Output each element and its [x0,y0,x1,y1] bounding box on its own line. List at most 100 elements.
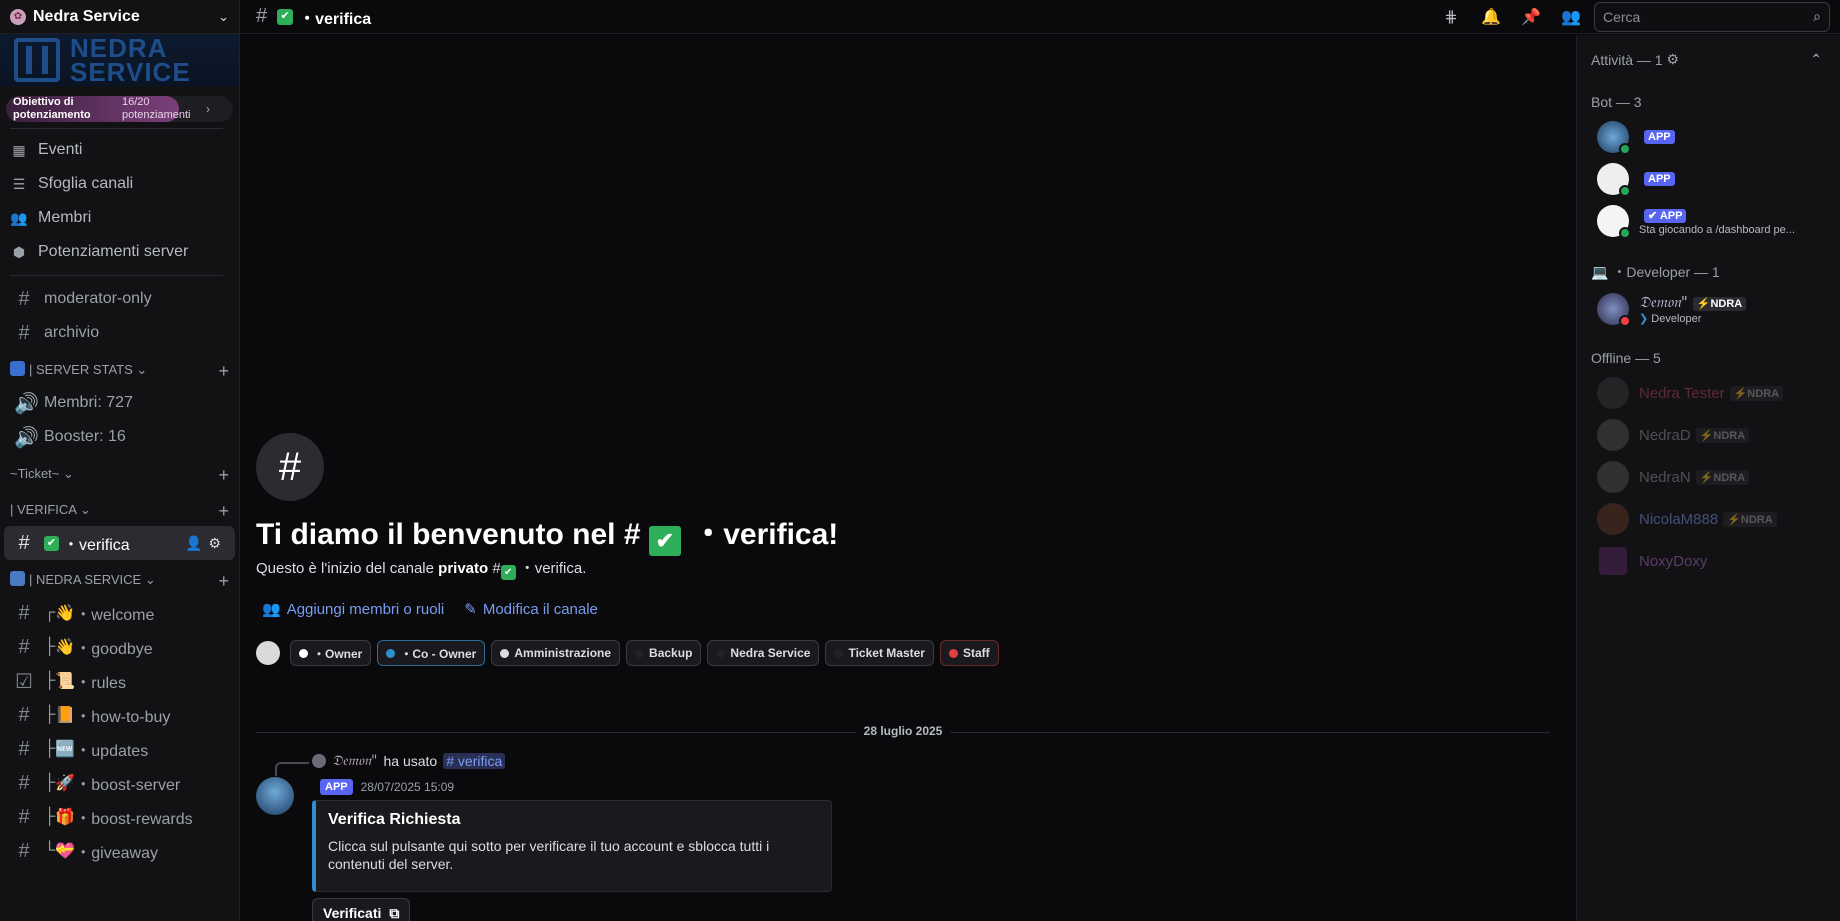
command-mention[interactable]: # verifica [443,753,506,769]
nav-events[interactable]: ▦ Eventi [0,133,239,167]
category-label: | NEDRA SERVICE [29,572,142,587]
member-item[interactable]: Nedra Tester ⚡NDRA [1591,372,1826,414]
message-header: APP 28/07/2025 15:09 [312,779,454,795]
role-label: Amministrazione [514,646,612,660]
welcome-sub-text: Questo è l'inizio del canale [256,560,434,577]
channel-moderator-only[interactable]: # moderator-only [4,282,235,316]
member-status: Sta giocando a /dashboard pe... [1639,224,1795,236]
header-toolbar: ⋕ 🔔 📌 👥 [1442,8,1581,26]
new-icon: 🆕 [55,741,76,758]
channel-boost-rewards[interactable]: # ├ 🎁 ・boost-rewards [4,800,235,834]
channel-goodbye[interactable]: # ├ 👋 ・goodbye [4,630,235,664]
role-chip[interactable]: Nedra Service [707,640,820,666]
boost-progress[interactable]: Obiettivo di potenziamento 16/20 potenzi… [6,96,233,122]
channel-updates[interactable]: # ├ 🆕 ・updates [4,732,235,766]
pin-icon[interactable]: 📌 [1521,8,1541,26]
avatar[interactable] [256,777,294,815]
threads-icon[interactable]: ⋕ [1442,8,1460,26]
search-box[interactable]: ⌕ [1594,1,1830,32]
add-members-button[interactable]: 👥 Aggiungi membri o ruoli [262,600,444,619]
member-status-text: Developer [1651,313,1702,325]
role-chip[interactable]: ・Co - Owner [377,640,486,666]
role-color-dot [386,648,396,658]
section-label: Bot — 3 [1591,94,1642,110]
member-item[interactable]: APP [1591,116,1826,158]
activity-header[interactable]: Attività — 1 ⚙ ⌃ [1591,51,1826,68]
browse-icon: ☰ [12,175,26,192]
developer-section-header: 💻 ・Developer — 1 [1591,262,1826,282]
channel-how-to-buy[interactable]: # ├ 📙 ・how-to-buy [4,698,235,732]
avatar [1597,419,1629,451]
channel-archivio[interactable]: # archivio [4,316,235,350]
channel-booster-stat[interactable]: 🔊 Booster: 16 [4,420,235,454]
channel-rules[interactable]: ☑ ├ 📜 ・rules [4,664,235,698]
voice-icon: 🔊 [14,426,39,449]
server-icon: ✿ [10,8,26,25]
voice-icon: 🔊 [14,392,39,415]
role-chip[interactable]: Backup [626,640,702,666]
member-status: ❯ Developer [1639,312,1746,325]
avatar [1597,503,1629,535]
category-ticket[interactable]: ~Ticket~ ⌄ + [0,454,239,490]
channel-boost-server[interactable]: # ├ 🚀 ・boost-server [4,766,235,800]
divider [10,275,223,276]
channel-name: ・rules [75,675,126,692]
avatar [1597,205,1631,239]
plus-icon[interactable]: + [218,466,229,484]
member-item[interactable]: APP [1591,158,1826,200]
verify-button[interactable]: Verificati ⧉ [312,898,411,921]
plus-icon[interactable]: + [218,572,229,590]
channel-giveaway[interactable]: # └ 💝 ・giveaway [4,834,235,868]
member-item[interactable]: NedraN ⚡NDRA [1591,456,1826,498]
server-header[interactable]: ✿ Nedra Service ⌄ [0,0,239,34]
edit-channel-button[interactable]: ✎ Modifica il canale [464,600,598,619]
nav-browse-channels[interactable]: ☰ Sfoglia canali [0,167,239,201]
role-chip[interactable]: Staff [939,640,999,666]
channel-members-stat[interactable]: 🔊 Membri: 727 [4,386,235,420]
avatar[interactable] [256,641,280,665]
welcome-title: Ti diamo il benvenuto nel # ✔ ・verifica! [256,509,838,556]
channel-welcome[interactable]: # ┌ 👋 ・welcome [4,596,235,630]
member-item[interactable]: 𝔇𝔢𝔪𝔬𝔫" ⚡NDRA ❯ Developer [1591,288,1826,330]
bot-section-header: Bot — 3 [1591,94,1826,110]
bell-icon[interactable]: 🔔 [1481,8,1501,26]
role-color-dot [948,648,958,658]
app-badge: APP [1644,130,1675,144]
channel-verifica[interactable]: # ✔ ・verifica 👤⚙ [4,526,235,560]
role-tag: ⚡NDRA [1723,511,1777,527]
nav-server-boosts[interactable]: ⬢ Potenziamenti server [0,235,239,269]
role-label: Nedra Service [730,646,811,660]
calendar-icon: ▦ [12,141,26,158]
plus-icon[interactable]: + [218,362,229,380]
category-verifica[interactable]: | VERIFICA ⌄ + [0,490,239,526]
channel-name: Booster: 16 [44,428,126,445]
role-tag: ⚡NDRA [1729,385,1784,401]
role-chip[interactable]: Ticket Master [825,640,934,666]
channel-title: ・verifica [299,10,372,28]
category-nedra-service[interactable]: | NEDRA SERVICE ⌄ + [0,560,239,596]
plus-icon[interactable]: + [218,502,229,520]
member-list-icon[interactable]: 👥 [1561,8,1581,26]
channel-actions[interactable]: 👤⚙ [185,535,227,552]
role-chip[interactable]: ・Owner [290,640,372,666]
chevron-up-icon: ⌃ [1810,51,1822,67]
member-item[interactable]: NedraD ⚡NDRA [1591,414,1826,456]
member-item[interactable]: NicolaM888 ⚡NDRA [1591,498,1826,540]
hash-icon: # [18,531,30,554]
avatar [1597,461,1629,493]
channel-name: ・welcome [75,607,155,624]
online-status [1619,143,1631,155]
reply-text: ha usato [383,753,438,769]
hash-icon: # [18,771,30,794]
gear-icon: ⚙ [1666,51,1680,67]
reply-context[interactable]: 𝔇𝔢𝔪𝔬𝔫" ha usato # verifica [312,753,506,769]
role-chip[interactable]: Amministrazione [491,640,621,666]
category-server-stats[interactable]: | SERVER STATS ⌄ + [0,350,239,386]
member-item[interactable]: ✔ APP Sta giocando a /dashboard pe... [1591,200,1826,242]
avatar [1597,163,1631,197]
channel-header: # ✔ ・verifica ⋕ 🔔 📌 👥 ⌕ [240,0,1840,34]
member-name: NicolaM888 [1639,510,1719,528]
nav-members[interactable]: 👥 Membri [0,201,239,235]
member-item[interactable]: NoxyDoxy [1591,540,1826,582]
search-input[interactable] [1603,8,1814,25]
